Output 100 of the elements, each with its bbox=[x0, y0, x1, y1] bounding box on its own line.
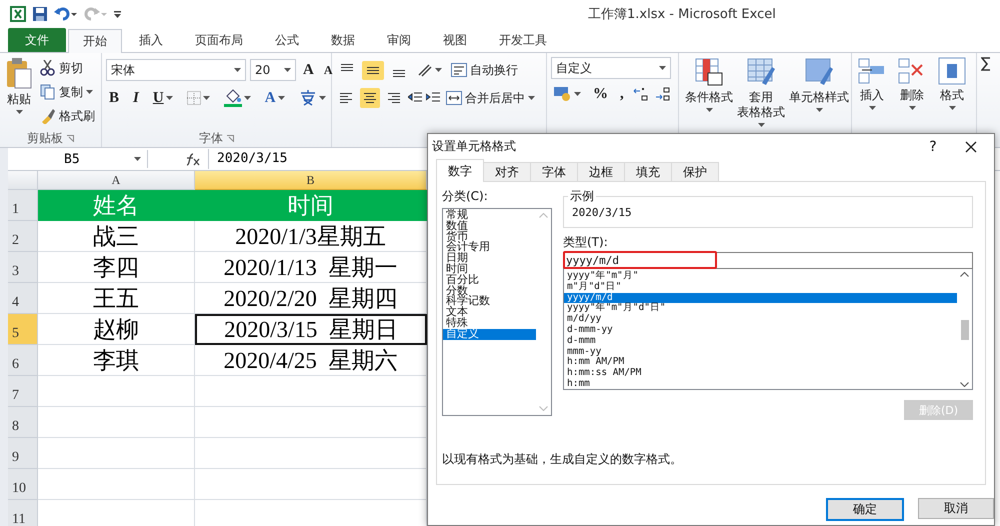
font-size-combo[interactable]: 20 bbox=[250, 59, 296, 81]
caret-icon[interactable] bbox=[758, 123, 764, 128]
category-item[interactable]: 文本 bbox=[443, 307, 536, 318]
category-item[interactable]: 货币 bbox=[443, 232, 536, 242]
help-button[interactable]: ? bbox=[918, 138, 948, 154]
save-icon[interactable] bbox=[32, 6, 48, 22]
row-header[interactable]: 1 bbox=[8, 190, 38, 221]
row-header[interactable]: 6 bbox=[8, 345, 38, 376]
conditional-format-button[interactable]: 条件格式 bbox=[683, 57, 735, 113]
italic-button[interactable]: I bbox=[130, 90, 142, 106]
customize-icon[interactable] bbox=[114, 8, 122, 18]
caret-icon[interactable] bbox=[706, 108, 712, 113]
format-item[interactable]: yyyy/m/d bbox=[564, 292, 957, 304]
close-icon[interactable] bbox=[965, 140, 977, 152]
merge-center-button[interactable]: 合并后居中 bbox=[444, 87, 537, 109]
bold-button[interactable]: B bbox=[106, 90, 122, 106]
caret-icon[interactable] bbox=[908, 106, 916, 111]
align-center-button[interactable] bbox=[360, 88, 380, 108]
shrink-font-button[interactable]: A bbox=[320, 62, 336, 78]
format-item[interactable]: yyyy"年"m"月"d"日" bbox=[564, 303, 957, 314]
category-item[interactable]: 科学记数 bbox=[443, 296, 536, 308]
caret-icon[interactable] bbox=[574, 92, 581, 96]
dialog-tab[interactable]: 填充 bbox=[624, 162, 672, 182]
ribbon-tab[interactable]: 插入 bbox=[124, 28, 178, 52]
format-item[interactable]: h:mm:ss AM/PM bbox=[564, 368, 957, 379]
copy-button[interactable]: 复制 bbox=[38, 81, 95, 103]
caret-icon[interactable] bbox=[202, 96, 210, 100]
ribbon-tab[interactable]: 公式 bbox=[260, 28, 314, 52]
dialog-tab[interactable]: 对齐 bbox=[483, 162, 531, 182]
category-item[interactable]: 时间 bbox=[443, 264, 536, 275]
autosum-icon[interactable] bbox=[981, 57, 991, 71]
ribbon-tab[interactable]: 文件 bbox=[8, 28, 66, 52]
row-header[interactable]: 5 bbox=[8, 314, 38, 345]
row-header[interactable]: 11 bbox=[8, 500, 38, 526]
category-item[interactable]: 分数 bbox=[443, 286, 536, 296]
category-item[interactable]: 常规 bbox=[443, 210, 536, 221]
comma-button[interactable]: , bbox=[617, 86, 627, 102]
caret-icon[interactable] bbox=[435, 68, 442, 72]
caret-icon[interactable] bbox=[234, 68, 241, 72]
caret-icon[interactable] bbox=[16, 110, 22, 115]
undo-icon[interactable] bbox=[54, 6, 78, 20]
currency-button[interactable] bbox=[551, 86, 584, 102]
ribbon-tab[interactable]: 数据 bbox=[316, 28, 370, 52]
category-item[interactable]: 日期 bbox=[443, 253, 536, 264]
dialog-tab[interactable]: 数字 bbox=[436, 159, 484, 182]
cell-styles-button[interactable]: 单元格样式 bbox=[787, 57, 851, 113]
format-item[interactable]: d-mmm bbox=[564, 336, 957, 347]
format-item[interactable]: m/d/yy bbox=[564, 314, 957, 325]
format-item[interactable]: m"月"d"日" bbox=[564, 282, 957, 293]
format-item[interactable]: d-mmm-yy bbox=[564, 324, 957, 336]
caret-icon[interactable] bbox=[278, 96, 285, 100]
caret-icon[interactable] bbox=[816, 108, 822, 113]
font-color-button[interactable]: A bbox=[262, 90, 288, 106]
scroll-thumb[interactable] bbox=[960, 320, 968, 340]
underline-button[interactable]: U bbox=[150, 90, 176, 106]
caret-icon[interactable] bbox=[166, 96, 173, 100]
caret-icon[interactable] bbox=[244, 96, 251, 100]
caret-icon[interactable] bbox=[868, 106, 876, 111]
caret-icon[interactable] bbox=[528, 96, 535, 100]
function-icon[interactable] bbox=[184, 152, 200, 166]
dialog-tab[interactable]: 保护 bbox=[671, 162, 719, 182]
number-format-combo[interactable]: 自定义 bbox=[551, 57, 671, 79]
ribbon-tab[interactable]: 审阅 bbox=[372, 28, 426, 52]
category-item[interactable]: 数值 bbox=[443, 220, 536, 232]
dialog-tab[interactable]: 字体 bbox=[530, 162, 578, 182]
row-header[interactable]: 8 bbox=[8, 407, 38, 438]
format-item[interactable]: h:mm bbox=[564, 378, 957, 390]
dialog-tab[interactable]: 边框 bbox=[577, 162, 625, 182]
column-header[interactable]: B bbox=[195, 171, 427, 190]
category-item[interactable]: 会计专用 bbox=[443, 242, 536, 254]
column-header[interactable]: A bbox=[38, 171, 195, 190]
caret-icon[interactable] bbox=[659, 66, 666, 70]
wrap-text-button[interactable]: 自动换行 bbox=[449, 59, 520, 81]
format-item[interactable]: yyyy"年"m"月" bbox=[564, 271, 957, 282]
format-item[interactable]: h:mm AM/PM bbox=[564, 357, 957, 368]
ribbon-tab[interactable]: 视图 bbox=[428, 28, 482, 52]
caret-icon[interactable] bbox=[86, 90, 93, 94]
cut-button[interactable]: 剪切 bbox=[38, 57, 85, 79]
category-item[interactable]: 百分比 bbox=[443, 274, 536, 286]
format-item[interactable]: mmm-yy bbox=[564, 346, 957, 358]
decrease-decimal-icon[interactable] bbox=[654, 87, 671, 101]
caret-icon[interactable] bbox=[134, 156, 141, 162]
percent-button[interactable]: % bbox=[590, 86, 611, 102]
dialog-launcher-icon[interactable] bbox=[67, 134, 74, 142]
row-header[interactable]: 9 bbox=[8, 438, 38, 469]
format-painter-button[interactable]: 格式刷 bbox=[38, 105, 97, 127]
row-header[interactable]: 7 bbox=[8, 376, 38, 407]
row-header[interactable]: 4 bbox=[8, 283, 38, 314]
row-header[interactable]: 2 bbox=[8, 221, 38, 252]
delete-cells-button[interactable]: 删除 bbox=[896, 57, 928, 111]
format-cells-button[interactable]: 格式 bbox=[936, 57, 968, 111]
format-as-table-button[interactable]: 套用 表格格式 bbox=[735, 57, 787, 128]
caret-icon[interactable] bbox=[318, 96, 326, 100]
row-header[interactable]: 3 bbox=[8, 252, 38, 283]
type-input[interactable]: yyyy/m/d bbox=[563, 252, 973, 269]
insert-cells-button[interactable]: 插入 bbox=[856, 57, 888, 111]
grow-font-button[interactable]: A bbox=[300, 62, 317, 78]
caret-icon[interactable] bbox=[284, 68, 291, 72]
format-list[interactable]: yyyy"年"m"月" m"月"d"日" yyyy/m/d yyyy"年"m"月"d"日" m/d/yy d-mmm-yy d-mmm mmm-yy h:mm AM/PM h:mm:ss AM/PM h:mm bbox=[563, 269, 973, 390]
ok-button[interactable]: 确定 bbox=[826, 498, 904, 521]
